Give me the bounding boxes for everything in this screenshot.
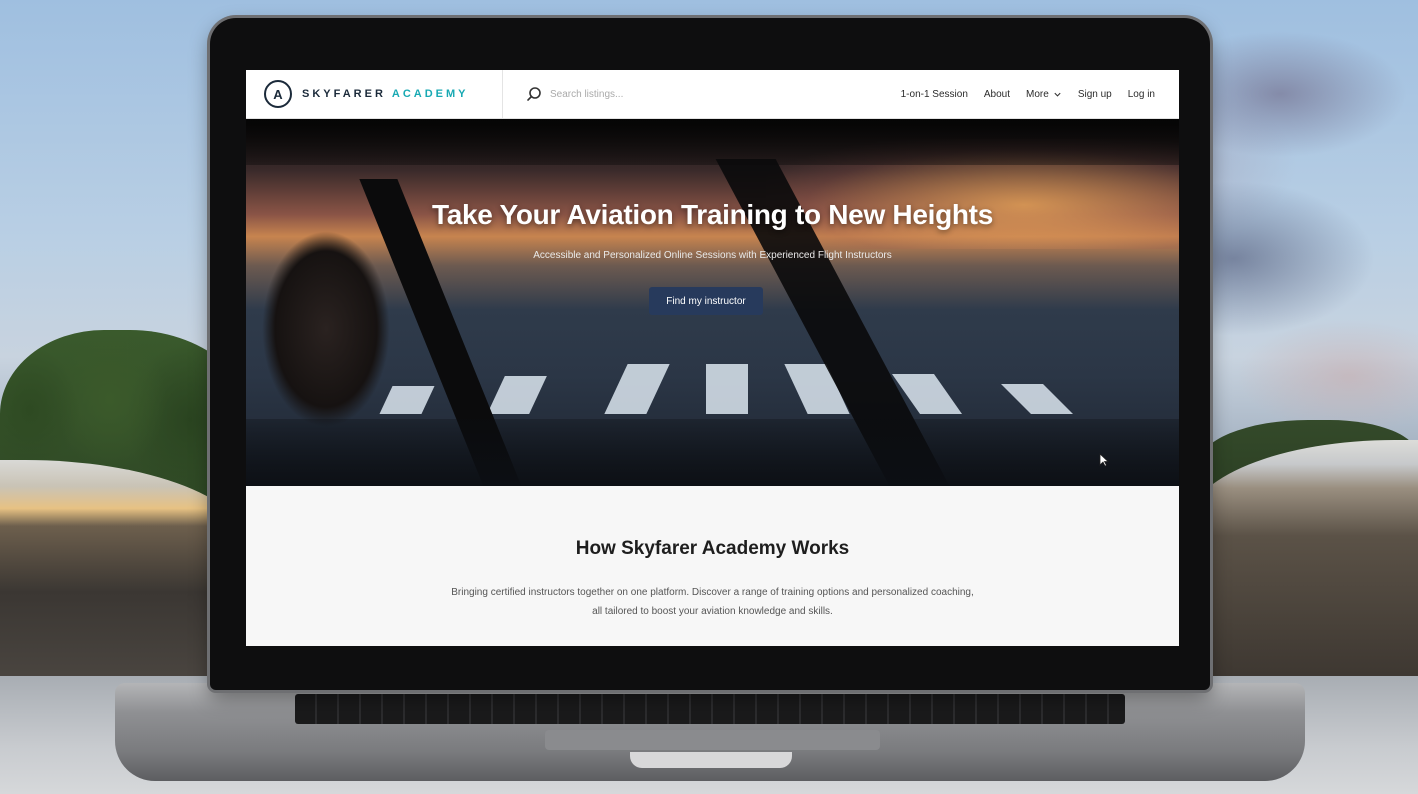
hero-subtitle: Accessible and Personalized Online Sessi… <box>533 250 892 261</box>
brand-logo-icon: A <box>264 80 292 108</box>
brand-logo[interactable]: A SKYFARER ACADEMY <box>264 78 469 110</box>
nav-more-dropdown[interactable]: More <box>1026 89 1062 100</box>
hero-title: Take Your Aviation Training to New Heigh… <box>432 199 993 230</box>
nav-link-log-in[interactable]: Log in <box>1128 89 1155 100</box>
top-navigation-bar: A SKYFARER ACADEMY 1-on-1 Session About … <box>246 70 1179 119</box>
laptop-lid-notch <box>630 752 792 768</box>
brand-name-secondary: ACADEMY <box>391 88 469 100</box>
website-screen: A SKYFARER ACADEMY 1-on-1 Session About … <box>246 70 1179 646</box>
find-my-instructor-button[interactable]: Find my instructor <box>649 287 763 315</box>
laptop-trackpad <box>545 730 880 750</box>
header-divider <box>502 70 503 118</box>
search-input[interactable] <box>548 87 722 101</box>
how-it-works-title: How Skyfarer Academy Works <box>575 538 850 559</box>
laptop-keyboard <box>295 694 1125 724</box>
cockpit-dashboard <box>246 419 1179 486</box>
hangar-right <box>1188 440 1418 680</box>
mouse-cursor-icon <box>1099 453 1109 467</box>
nav-menu: 1-on-1 Session About More Sign up Log in <box>901 70 1155 118</box>
search-bar[interactable] <box>526 82 722 106</box>
nav-link-1-on-1-session[interactable]: 1-on-1 Session <box>901 89 968 100</box>
search-icon <box>527 87 541 101</box>
how-it-works-description: Bringing certified instructors together … <box>451 587 974 617</box>
nav-more-label: More <box>1026 88 1049 100</box>
brand-name-primary: SKYFARER <box>302 88 386 100</box>
hero-section: Take Your Aviation Training to New Heigh… <box>246 119 1179 486</box>
cockpit-frame-top <box>246 119 1179 165</box>
nav-link-sign-up[interactable]: Sign up <box>1078 89 1112 100</box>
chevron-down-icon <box>1054 92 1061 97</box>
how-it-works-section: How Skyfarer Academy Works Bringing cert… <box>246 486 1179 646</box>
nav-link-about[interactable]: About <box>984 89 1010 100</box>
